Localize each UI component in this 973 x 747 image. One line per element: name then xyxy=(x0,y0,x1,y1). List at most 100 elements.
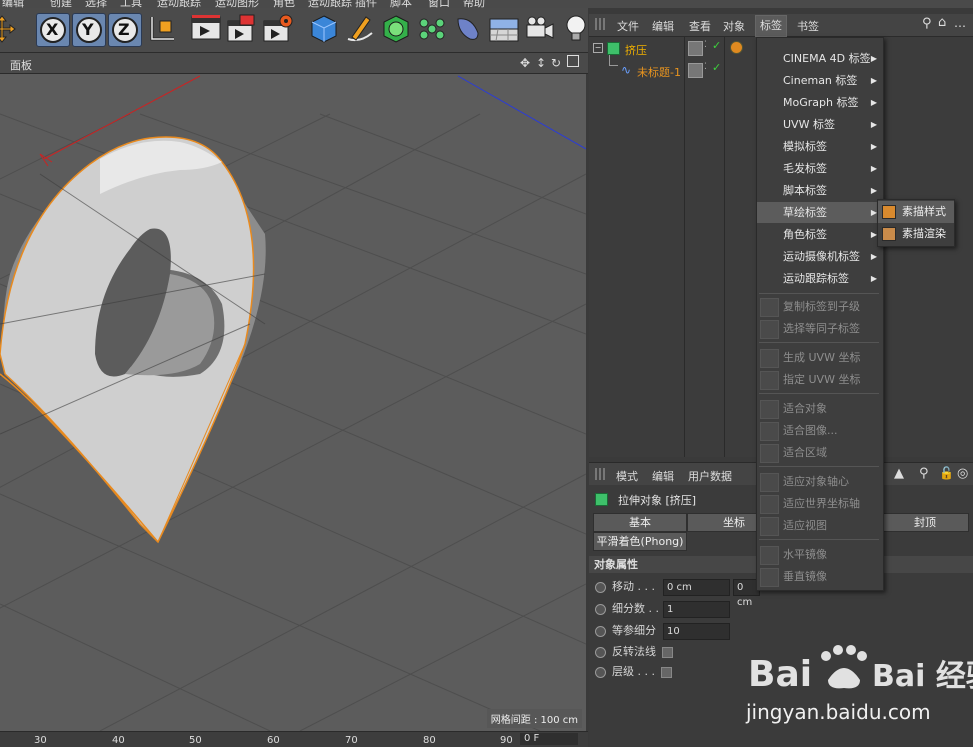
menu-item[interactable]: 窗口 xyxy=(428,0,450,8)
viewport-rotate-icon[interactable]: ↻ xyxy=(551,56,561,70)
layer-icon[interactable] xyxy=(688,41,703,56)
keyframe-radio-icon[interactable] xyxy=(595,625,606,637)
menu-item[interactable]: 编辑 xyxy=(2,0,24,8)
menu-item[interactable]: 运动跟踪 xyxy=(157,0,201,8)
visibility-dots-icon[interactable]: ⁚ xyxy=(704,40,707,50)
om-menu-bookmarks[interactable]: 书签 xyxy=(797,18,819,34)
menu-item-simulation-tags[interactable]: 模拟标签 ▶ xyxy=(757,136,883,157)
menu-item[interactable]: 创建 xyxy=(50,0,72,8)
flip-normals-checkbox[interactable] xyxy=(662,646,673,658)
x-axis-lock-button[interactable]: X xyxy=(36,13,70,47)
cube-primitive-icon[interactable] xyxy=(308,13,340,45)
search-icon[interactable]: ⚲ xyxy=(922,16,932,31)
menu-item-cinema4d-tags[interactable]: CINEMA 4D 标签 ▶ xyxy=(757,48,883,69)
tab-caps[interactable]: 封顶 xyxy=(881,513,969,532)
menu-item-script-tags[interactable]: 脚本标签 ▶ xyxy=(757,180,883,201)
menu-item-copy-tag-to-children[interactable]: 复制标签到子级 xyxy=(757,296,883,317)
coordinate-system-icon[interactable] xyxy=(146,13,178,45)
menu-item-character-tags[interactable]: 角色标签 ▶ xyxy=(757,224,883,245)
menu-item-tracking-tags[interactable]: 运动跟踪标签 ▶ xyxy=(757,268,883,289)
expand-toggle-icon[interactable]: − xyxy=(593,43,603,53)
am-menu-mode[interactable]: 模式 xyxy=(616,468,638,484)
panel-grip-icon[interactable] xyxy=(595,468,607,480)
menu-item[interactable]: 脚本 xyxy=(390,0,412,8)
menu-item-mograph-tags[interactable]: MoGraph 标签 ▶ xyxy=(757,92,883,113)
menu-item-assign-uvw[interactable]: 指定 UVW 坐标 xyxy=(757,369,883,390)
floor-scene-icon[interactable] xyxy=(488,13,520,45)
target-icon[interactable]: ◎ xyxy=(957,466,968,481)
current-frame-field[interactable]: 0 F xyxy=(520,733,578,745)
menu-item[interactable]: 选择 xyxy=(85,0,107,8)
menu-item-cineman-tags[interactable]: Cineman 标签 ▶ xyxy=(757,70,883,91)
menu-item-sketch-tags[interactable]: 草绘标签 ▶ xyxy=(757,202,883,223)
menu-item-fit-to-region[interactable]: 适合区域 xyxy=(757,442,883,463)
menu-item[interactable]: 运动跟踪 xyxy=(308,0,352,8)
menu-item-fit-to-view[interactable]: 适应视图 xyxy=(757,515,883,536)
subdivision-surface-icon[interactable] xyxy=(380,13,412,45)
viewport-maximize-icon[interactable] xyxy=(567,55,579,67)
object-name-spline[interactable]: 未标题-1 xyxy=(637,64,681,80)
render-settings-icon[interactable] xyxy=(262,13,294,45)
layer-icon[interactable] xyxy=(688,63,703,78)
move-tool-icon[interactable] xyxy=(0,13,18,45)
keyframe-radio-icon[interactable] xyxy=(595,603,606,615)
arrow-up-icon[interactable]: ▲ xyxy=(894,466,904,481)
object-name-extrude[interactable]: 挤压 xyxy=(625,42,647,58)
deformer-icon[interactable] xyxy=(452,13,484,45)
om-menu-tags[interactable]: 标签 xyxy=(755,15,787,37)
menu-item[interactable]: 角色 xyxy=(273,0,295,8)
om-menu-edit[interactable]: 编辑 xyxy=(652,18,674,34)
menu-item-mirror-vertical[interactable]: 垂直镜像 xyxy=(757,566,883,587)
3d-viewport[interactable]: 网格间距 : 100 cm xyxy=(0,74,586,731)
menu-item[interactable]: 帮助 xyxy=(463,0,485,8)
menu-item-fit-to-object[interactable]: 适合对象 xyxy=(757,398,883,419)
menu-item-select-identical-tags[interactable]: 选择等同子标签 xyxy=(757,318,883,339)
keyframe-radio-icon[interactable] xyxy=(595,666,606,678)
light-bulb-icon[interactable] xyxy=(560,13,592,45)
enabled-check-icon[interactable]: ✓ xyxy=(712,39,721,52)
isoparm-field[interactable]: 10 xyxy=(663,623,730,640)
tab-phong[interactable]: 平滑着色(Phong) xyxy=(593,532,687,551)
menu-item[interactable]: 工具 xyxy=(120,0,142,8)
menu-item-fit-to-world-axis[interactable]: 适应世界坐标轴 xyxy=(757,493,883,514)
z-axis-lock-button[interactable]: Z xyxy=(108,13,142,47)
enabled-check-icon[interactable]: ✓ xyxy=(712,61,721,74)
visibility-dots-icon[interactable]: ⁚ xyxy=(704,62,707,72)
camera-icon[interactable] xyxy=(524,13,556,45)
am-menu-edit[interactable]: 编辑 xyxy=(652,468,674,484)
movement-x-field[interactable]: 0 cm xyxy=(663,579,730,596)
tab-basic[interactable]: 基本 xyxy=(593,513,687,532)
menu-item-hair-tags[interactable]: 毛发标签 ▶ xyxy=(757,158,883,179)
tag-icon[interactable] xyxy=(730,41,743,54)
menu-item-sketch-style[interactable]: 素描样式 xyxy=(878,201,954,223)
menu-item[interactable]: 插件 xyxy=(355,0,377,8)
lock-icon[interactable]: 🔓 xyxy=(939,466,954,480)
keyframe-radio-icon[interactable] xyxy=(595,581,606,593)
om-menu-object[interactable]: 对象 xyxy=(723,18,745,34)
om-menu-view[interactable]: 查看 xyxy=(689,18,711,34)
viewport-move-icon[interactable]: ✥ xyxy=(520,56,530,70)
timeline-ruler[interactable]: 30 40 50 60 70 80 90 0 F xyxy=(0,731,588,747)
menu-item-camera-tags[interactable]: 运动摄像机标签 ▶ xyxy=(757,246,883,267)
render-picture-viewer-icon[interactable] xyxy=(226,13,258,45)
more-icon[interactable]: … xyxy=(954,16,966,30)
keyframe-radio-icon[interactable] xyxy=(595,646,606,658)
home-icon[interactable]: ⌂ xyxy=(938,15,946,30)
menu-item-mirror-horizontal[interactable]: 水平镜像 xyxy=(757,544,883,565)
hierarchical-checkbox[interactable] xyxy=(660,666,672,678)
am-menu-userdata[interactable]: 用户数据 xyxy=(688,468,732,484)
subdivision-field[interactable]: 1 xyxy=(663,601,730,618)
menu-item-fit-to-image[interactable]: 适合图像... xyxy=(757,420,883,441)
menu-item-generate-uvw[interactable]: 生成 UVW 坐标 xyxy=(757,347,883,368)
menu-item[interactable]: 运动图形 xyxy=(215,0,259,8)
spline-pen-icon[interactable] xyxy=(344,13,376,45)
render-view-icon[interactable] xyxy=(190,13,222,45)
viewport-panel-menu[interactable]: 面板 xyxy=(10,57,32,73)
viewport-zoom-icon[interactable]: ↕ xyxy=(536,56,546,70)
y-axis-lock-button[interactable]: Y xyxy=(72,13,106,47)
cloner-icon[interactable] xyxy=(416,13,448,45)
om-menu-file[interactable]: 文件 xyxy=(617,18,639,34)
menu-item-uvw-tags[interactable]: UVW 标签 ▶ xyxy=(757,114,883,135)
search-icon[interactable]: ⚲ xyxy=(919,466,929,481)
menu-item-fit-to-object-axis[interactable]: 适应对象轴心 xyxy=(757,471,883,492)
